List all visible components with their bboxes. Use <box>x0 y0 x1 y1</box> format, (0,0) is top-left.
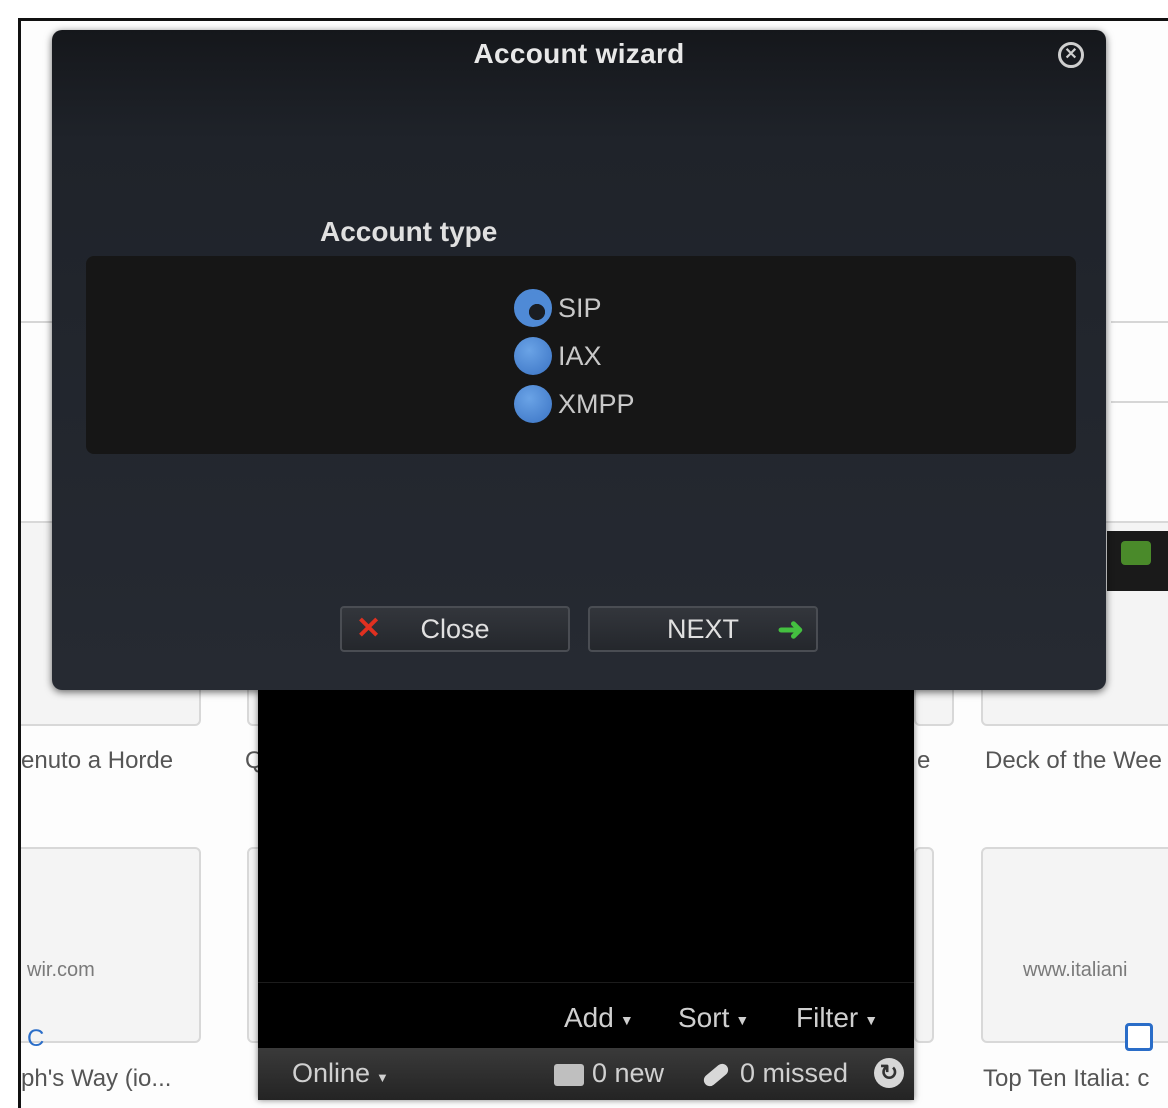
speed-dial-tile[interactable] <box>914 847 934 1043</box>
close-button[interactable]: ✕ Close <box>340 606 570 652</box>
speed-dial-tile[interactable] <box>21 847 201 1043</box>
chevron-down-icon: ▼ <box>376 1070 389 1085</box>
tile-title[interactable]: enuto a Horde <box>21 747 173 775</box>
new-messages-label: 0 new <box>592 1058 665 1088</box>
chevron-down-icon: ▼ <box>735 1011 750 1028</box>
tile-thumbnail-image <box>1121 541 1151 565</box>
close-button-label: Close <box>420 614 490 644</box>
radio-button[interactable] <box>514 337 552 375</box>
radio-button[interactable] <box>514 289 552 327</box>
chevron-down-icon: ▼ <box>864 1011 879 1028</box>
tile-title[interactable]: ph's Way (io... <box>21 1065 171 1093</box>
chevron-down-icon: ▼ <box>619 1011 634 1028</box>
speed-dial-tile[interactable] <box>981 847 1168 1043</box>
radio-option-xmpp[interactable]: XMPP <box>514 384 635 424</box>
next-button[interactable]: NEXT ➜ <box>588 606 818 652</box>
panel-divider <box>258 982 914 983</box>
add-menu[interactable]: Add ▼ <box>564 1002 634 1034</box>
sort-menu[interactable]: Sort ▼ <box>678 1002 749 1034</box>
add-menu-label: Add <box>564 1002 614 1033</box>
filter-menu[interactable]: Filter ▼ <box>796 1002 878 1034</box>
radio-option-sip[interactable]: SIP <box>514 288 602 328</box>
site-favicon-icon <box>1125 1023 1153 1051</box>
account-type-options: SIP IAX XMPP <box>86 256 1076 454</box>
presence-dropdown[interactable]: Online ▼ <box>292 1058 389 1089</box>
favicon-letter: C <box>27 1025 45 1052</box>
close-x-icon: ✕ <box>356 612 382 645</box>
status-bar: Online ▼ 0 new 0 missed ↻ <box>258 1048 914 1100</box>
tile-title[interactable]: e <box>917 747 930 775</box>
tile-title[interactable]: Top Ten Italia: c <box>983 1065 1149 1093</box>
softphone-panel: Add ▼ Sort ▼ Filter ▼ Online ▼ 0 new 0 misse… <box>258 690 914 1100</box>
page-divider <box>1111 321 1168 323</box>
radio-label: IAX <box>558 340 602 371</box>
tile-title[interactable]: Deck of the Wee <box>985 747 1162 775</box>
radio-label: SIP <box>558 292 602 323</box>
tile-url: www.italiani <box>1023 959 1128 981</box>
radio-button[interactable] <box>514 385 552 423</box>
page-divider <box>1111 401 1168 403</box>
filter-menu-label: Filter <box>796 1002 859 1033</box>
close-icon[interactable]: ✕ <box>1058 42 1084 68</box>
phone-icon <box>701 1061 731 1089</box>
account-type-label: Account type <box>320 216 498 247</box>
sort-menu-label: Sort <box>678 1002 730 1033</box>
refresh-icon[interactable]: ↻ <box>874 1058 904 1088</box>
radio-option-iax[interactable]: IAX <box>514 336 602 376</box>
presence-label: Online <box>292 1058 371 1088</box>
dialog-title: Account wizard <box>473 38 685 69</box>
account-wizard-dialog: Account wizard ✕ Account type SIP IAX XM… <box>52 30 1106 690</box>
arrow-right-icon: ➜ <box>777 611 804 647</box>
radio-label: XMPP <box>558 388 635 419</box>
missed-calls[interactable]: 0 missed <box>701 1058 849 1089</box>
message-icon <box>554 1063 584 1086</box>
new-messages[interactable]: 0 new <box>554 1058 664 1089</box>
next-button-label: NEXT <box>666 614 739 644</box>
missed-calls-label: 0 missed <box>740 1058 849 1088</box>
tile-url: wir.com <box>27 959 95 981</box>
